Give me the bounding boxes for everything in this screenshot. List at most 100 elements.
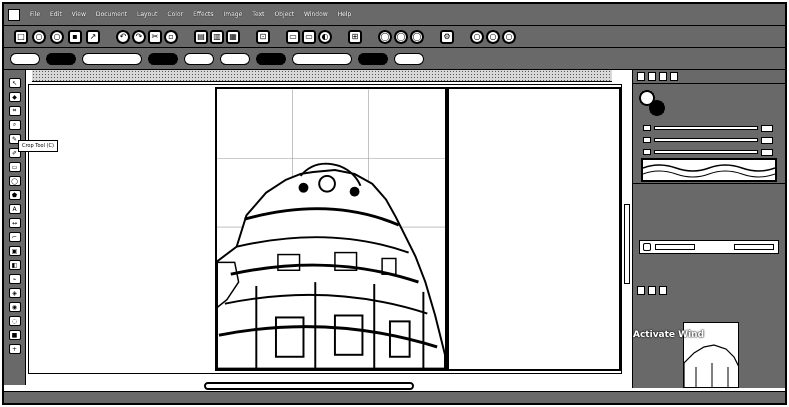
crop-tool[interactable]: ⌗ bbox=[8, 106, 21, 116]
layer-row[interactable] bbox=[639, 240, 779, 254]
menu-color[interactable]: Color bbox=[167, 11, 183, 18]
export-button[interactable]: ▦ bbox=[226, 29, 240, 44]
navigator-tab-3[interactable] bbox=[659, 285, 667, 295]
launch-button[interactable]: ◯ bbox=[378, 29, 392, 44]
paste-button[interactable]: ▤ bbox=[194, 29, 208, 44]
preset-dropdown[interactable] bbox=[10, 52, 40, 65]
menu-edit[interactable]: Edit bbox=[50, 11, 62, 18]
color-swatch-icon: ■ bbox=[11, 331, 18, 339]
redo-button[interactable]: ↷ bbox=[132, 29, 146, 44]
drawing-workspace[interactable] bbox=[28, 84, 622, 374]
import-button[interactable]: ▥ bbox=[210, 29, 224, 44]
navigator-tab-2[interactable] bbox=[648, 285, 656, 295]
align-left-button[interactable]: ▭ bbox=[286, 29, 300, 44]
channel-value[interactable] bbox=[761, 148, 773, 156]
layer-option-field[interactable] bbox=[734, 244, 774, 250]
building-photo[interactable] bbox=[217, 89, 445, 369]
status-bar bbox=[4, 391, 785, 403]
drop-shadow-tool[interactable]: ▣ bbox=[8, 246, 21, 256]
option-pill-1[interactable] bbox=[46, 52, 76, 65]
menu-window[interactable]: Window bbox=[304, 11, 328, 18]
save-button[interactable]: ○ bbox=[50, 29, 64, 44]
option-pill-7[interactable] bbox=[292, 52, 352, 65]
option-pill-8[interactable] bbox=[358, 52, 388, 65]
slider-track[interactable] bbox=[654, 126, 758, 130]
window-button-2[interactable]: ○ bbox=[486, 29, 500, 44]
slider-track[interactable] bbox=[654, 150, 758, 154]
ellipse-tool[interactable]: ◯ bbox=[8, 176, 21, 186]
open-button[interactable]: ○ bbox=[32, 29, 46, 44]
option-pill-9[interactable] bbox=[394, 52, 424, 65]
zoom-button[interactable]: ⊡ bbox=[256, 29, 270, 44]
rectangle-icon: ▭ bbox=[11, 163, 18, 171]
text-tool[interactable]: A bbox=[8, 204, 21, 214]
polygon-tool[interactable]: ⬟ bbox=[8, 190, 21, 200]
menu-view[interactable]: View bbox=[72, 11, 86, 18]
fill-color-tool[interactable]: ■ bbox=[8, 330, 21, 340]
share-button[interactable]: ↗ bbox=[86, 29, 100, 44]
navigator-tab-bar bbox=[633, 284, 785, 296]
option-pill-5[interactable] bbox=[220, 52, 250, 65]
menu-help[interactable]: Help bbox=[338, 11, 352, 18]
parallel-dimension-tool[interactable]: ↔ bbox=[8, 218, 21, 228]
undo-button[interactable]: ↶ bbox=[116, 29, 130, 44]
eyedropper-tool[interactable]: ⌁ bbox=[8, 274, 21, 284]
vertical-scrollbar[interactable] bbox=[624, 204, 630, 284]
color-slider-y[interactable] bbox=[643, 148, 773, 156]
snap-button[interactable]: ⊞ bbox=[348, 29, 362, 44]
option-pill-2[interactable] bbox=[82, 52, 142, 65]
rectangle-tool[interactable]: ▭ bbox=[8, 162, 21, 172]
transparency-tool[interactable]: ◧ bbox=[8, 260, 21, 270]
option-pill-4[interactable] bbox=[184, 52, 214, 65]
horizontal-scrollbar[interactable] bbox=[204, 382, 414, 390]
interactive-fill-tool[interactable]: ◈ bbox=[8, 288, 21, 298]
layer-name-field[interactable] bbox=[655, 244, 695, 250]
docker-tab-properties[interactable] bbox=[637, 72, 645, 81]
options-button[interactable]: ◯ bbox=[410, 29, 424, 44]
canvas-image-frame[interactable] bbox=[215, 87, 447, 371]
zoom-tool[interactable]: ⌕ bbox=[8, 120, 21, 130]
color-spectrum[interactable] bbox=[641, 158, 777, 182]
visibility-icon[interactable] bbox=[643, 243, 651, 251]
navigator-tab-1[interactable] bbox=[637, 285, 645, 295]
docker-tab-objects[interactable] bbox=[648, 72, 656, 81]
channel-value[interactable] bbox=[761, 136, 773, 144]
smart-fill-tool[interactable]: ◉ bbox=[8, 302, 21, 312]
shape-tool[interactable]: ◆ bbox=[8, 92, 21, 102]
menu-object[interactable]: Object bbox=[274, 11, 294, 18]
cut-button[interactable]: ✂ bbox=[148, 29, 162, 44]
ellipse-icon: ◯ bbox=[11, 177, 18, 185]
spectrum-wave bbox=[642, 164, 776, 178]
copy-button[interactable]: ▫ bbox=[164, 29, 178, 44]
menu-layout[interactable]: Layout bbox=[137, 11, 157, 18]
plus-icon: + bbox=[11, 345, 18, 353]
menu-effects[interactable]: Effects bbox=[193, 11, 213, 18]
docker-tab-color[interactable] bbox=[659, 72, 667, 81]
window-button-3[interactable]: ○ bbox=[502, 29, 516, 44]
align-right-button[interactable]: ◐ bbox=[318, 29, 332, 44]
connector-tool[interactable]: ⌐ bbox=[8, 232, 21, 242]
add-tool[interactable]: + bbox=[8, 344, 21, 354]
welcome-button[interactable]: ◯ bbox=[394, 29, 408, 44]
outline-tool[interactable]: ◌ bbox=[8, 316, 21, 326]
print-button[interactable]: ▪ bbox=[68, 29, 82, 44]
channel-value[interactable] bbox=[761, 124, 773, 132]
document-tab-bar[interactable] bbox=[32, 70, 612, 82]
menu-file[interactable]: File bbox=[30, 11, 40, 18]
new-document-button[interactable]: □ bbox=[14, 29, 28, 44]
color-slider-c[interactable] bbox=[643, 124, 773, 132]
launch-icon: ◯ bbox=[380, 32, 390, 41]
pick-tool[interactable]: ↖ bbox=[8, 78, 21, 88]
slider-track[interactable] bbox=[654, 138, 758, 142]
option-pill-3[interactable] bbox=[148, 52, 178, 65]
docker-tab-hints[interactable] bbox=[670, 72, 678, 81]
color-slider-m[interactable] bbox=[643, 136, 773, 144]
menu-image[interactable]: Image bbox=[224, 11, 243, 18]
menu-document[interactable]: Document bbox=[96, 11, 127, 18]
menu-text[interactable]: Text bbox=[252, 11, 264, 18]
window-button-1[interactable]: ○ bbox=[470, 29, 484, 44]
outline-color-swatch[interactable] bbox=[649, 100, 665, 116]
align-center-button[interactable]: ▭ bbox=[302, 29, 316, 44]
settings-button[interactable]: ⚙ bbox=[440, 29, 454, 44]
option-pill-6[interactable] bbox=[256, 52, 286, 65]
